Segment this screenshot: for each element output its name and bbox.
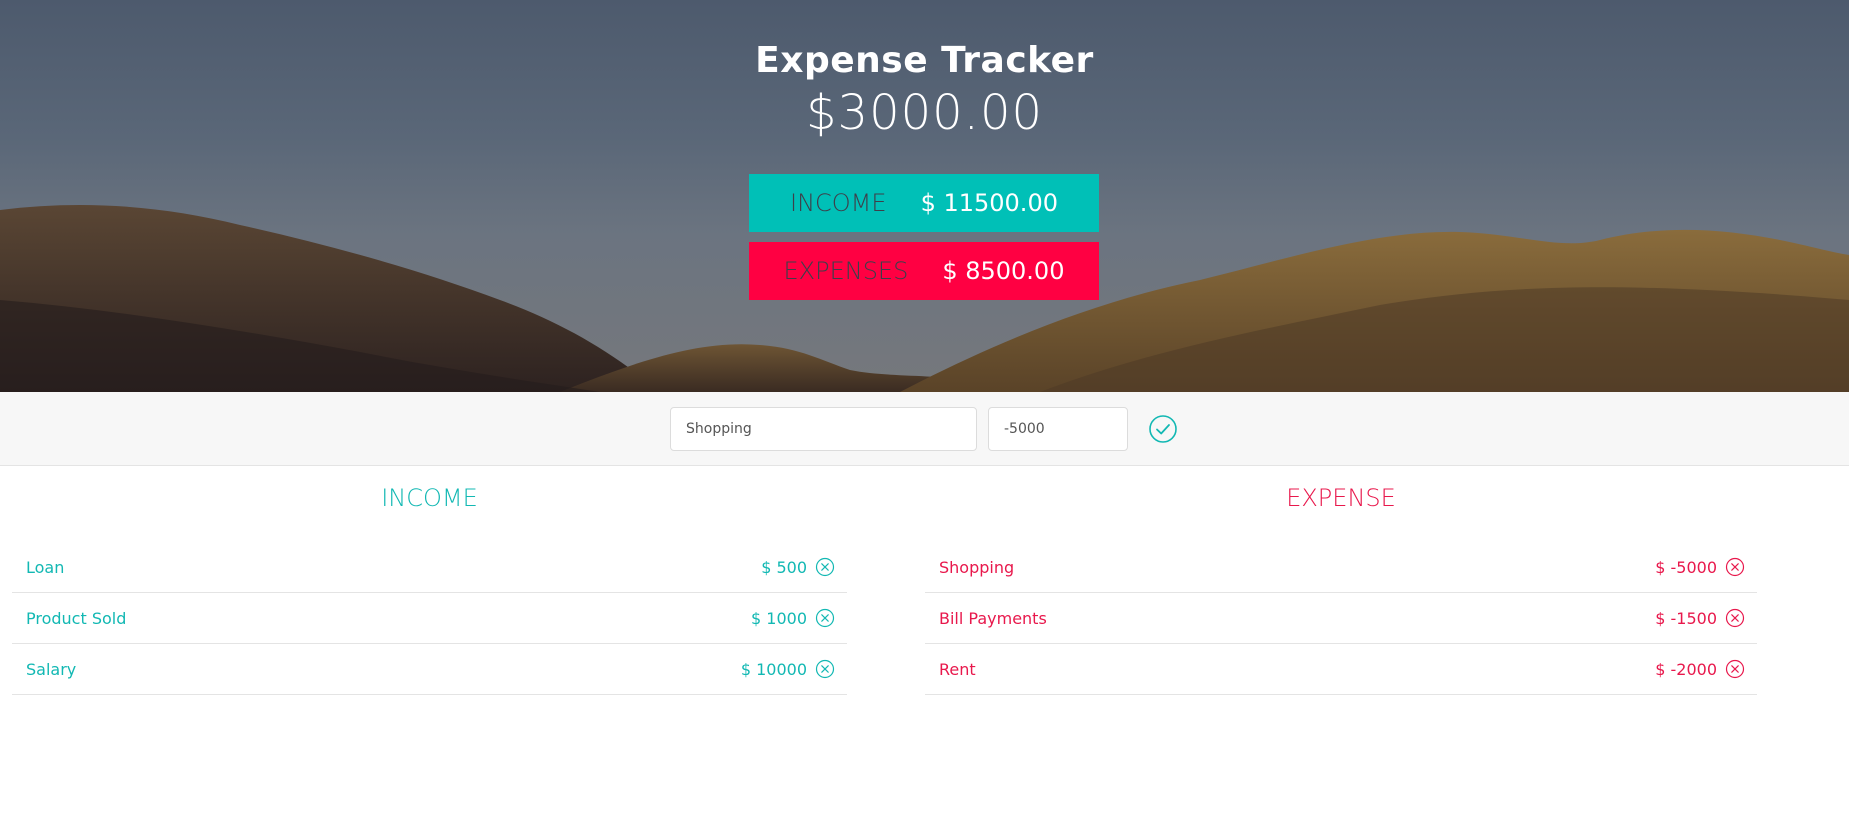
list-item: Loan $ 500 [12, 542, 847, 593]
description-input[interactable]: Shopping [670, 407, 977, 451]
delete-circle-icon[interactable] [1725, 608, 1745, 628]
add-entry-bar: Shopping -5000 [0, 392, 1849, 466]
app-title: Expense Tracker [755, 40, 1094, 81]
item-description: Rent [939, 659, 976, 679]
balance-amount: $3000.00 [805, 85, 1044, 141]
delete-circle-icon[interactable] [815, 608, 835, 628]
item-amount: $ -5000 [1655, 557, 1717, 577]
item-amount: $ 10000 [740, 659, 807, 679]
delete-circle-icon[interactable] [1725, 659, 1745, 679]
delete-circle-icon[interactable] [815, 659, 835, 679]
expenses-summary-label: EXPENSES [783, 257, 909, 285]
income-list-title: INCOME [381, 484, 478, 512]
list-item: Product Sold $ 1000 [12, 593, 847, 644]
list-item: Salary $ 10000 [12, 644, 847, 695]
expense-list: EXPENSE Shopping $ -5000 Bill Payments $… [925, 466, 1757, 695]
income-summary: INCOME $ 11500.00 [749, 174, 1099, 232]
expense-list-title: EXPENSE [1286, 484, 1396, 512]
item-amount: $ -1500 [1655, 608, 1717, 628]
list-item: Shopping $ -5000 [925, 542, 1757, 593]
income-summary-label: INCOME [790, 189, 887, 217]
item-description: Product Sold [26, 608, 127, 628]
expenses-summary-value: $ 8500.00 [942, 257, 1065, 285]
hero-banner: Expense Tracker $3000.00 INCOME $ 11500.… [0, 0, 1849, 392]
expenses-summary: EXPENSES $ 8500.00 [749, 242, 1099, 300]
item-description: Salary [26, 659, 77, 679]
item-amount: $ 1000 [751, 608, 807, 628]
item-amount: $ 500 [761, 557, 807, 577]
check-circle-icon[interactable] [1148, 414, 1178, 444]
income-list: INCOME Loan $ 500 Product Sold $ 1000 Sa… [12, 466, 847, 695]
list-item: Bill Payments $ -1500 [925, 593, 1757, 644]
item-amount: $ -2000 [1655, 659, 1717, 679]
item-description: Bill Payments [939, 608, 1047, 628]
item-description: Loan [26, 557, 65, 577]
delete-circle-icon[interactable] [1725, 557, 1745, 577]
list-item: Rent $ -2000 [925, 644, 1757, 695]
delete-circle-icon[interactable] [815, 557, 835, 577]
income-summary-value: $ 11500.00 [920, 189, 1058, 217]
amount-input[interactable]: -5000 [988, 407, 1128, 451]
item-description: Shopping [939, 557, 1015, 577]
